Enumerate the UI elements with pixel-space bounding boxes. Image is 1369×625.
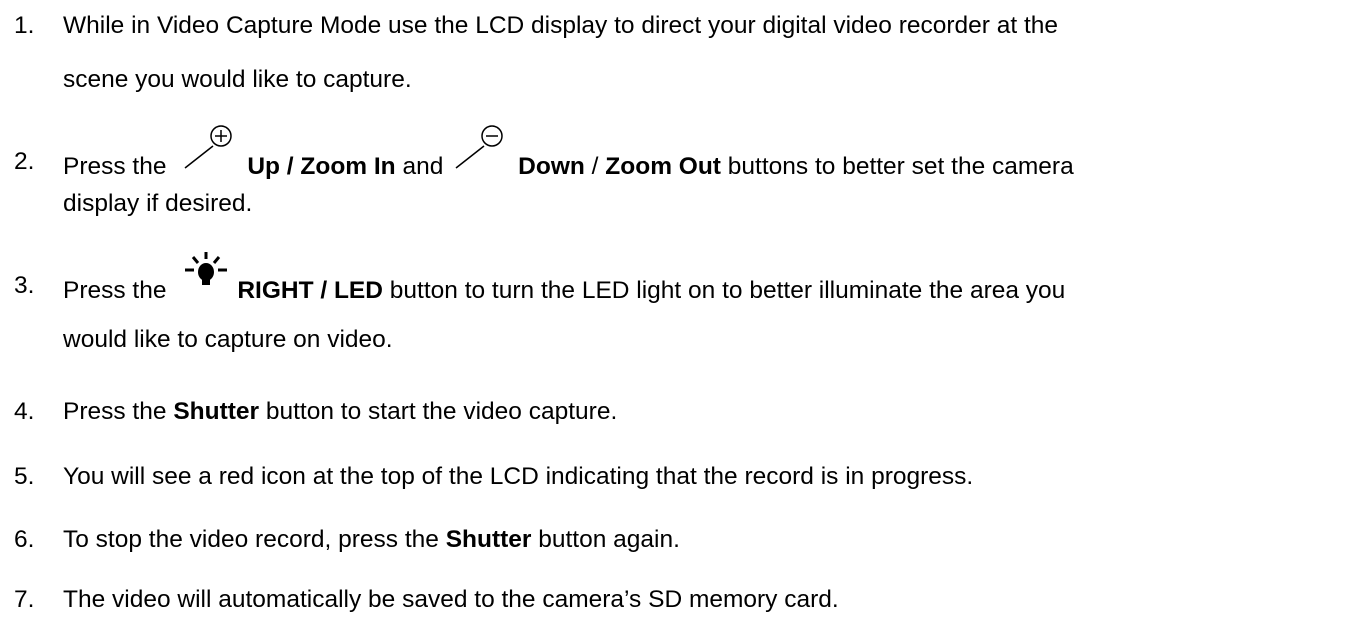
step-text: Press the Shutter button to start the vi… — [63, 398, 618, 425]
shutter-label: Shutter — [445, 526, 532, 553]
step-text: Press the RIGHT / LED button to turn the… — [63, 252, 1065, 305]
step-number: 5. — [14, 463, 35, 490]
step-number: 2. — [14, 148, 35, 175]
zoom-out-label: Zoom Out — [605, 153, 721, 180]
step-text-continued: scene you would like to capture. — [63, 66, 412, 93]
led-label: RIGHT / LED — [237, 277, 383, 304]
step-number: 4. — [14, 398, 35, 425]
step-text-continued: display if desired. — [63, 190, 253, 217]
led-light-icon — [183, 252, 229, 298]
step-text: You will see a red icon at the top of th… — [63, 463, 974, 490]
zoom-out-icon — [454, 125, 510, 174]
down-label: Down — [518, 153, 585, 180]
step-text-continued: would like to capture on video. — [63, 326, 393, 353]
shutter-label: Shutter — [173, 398, 260, 425]
step-text: While in Video Capture Mode use the LCD … — [63, 12, 1059, 39]
zoom-in-icon — [183, 125, 239, 174]
step-text: To stop the video record, press the Shut… — [63, 526, 680, 553]
step-number: 6. — [14, 526, 35, 553]
step-number: 3. — [14, 272, 35, 299]
step-text: The video will automatically be saved to… — [63, 586, 839, 613]
step-number: 7. — [14, 586, 35, 613]
step-number: 1. — [14, 12, 35, 39]
step-text: Press the Up / Zoom In and Down / Zoom O… — [63, 125, 1074, 181]
zoom-in-label: Up / Zoom In — [247, 153, 396, 180]
